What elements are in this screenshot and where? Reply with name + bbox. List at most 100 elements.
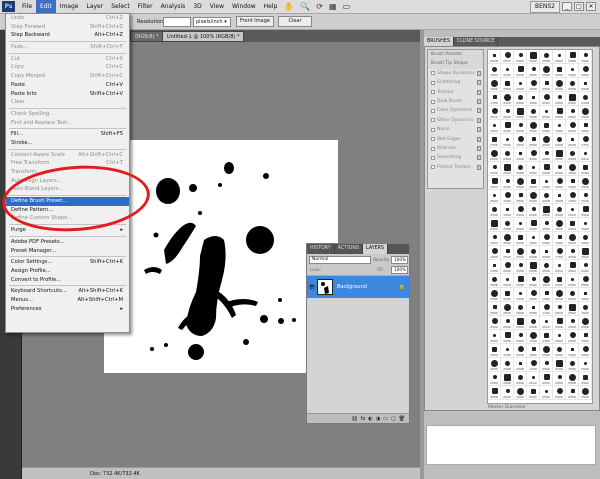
brush-preset[interactable]: 2500 — [501, 232, 514, 246]
brush-preset[interactable]: 2500 — [514, 176, 527, 190]
brush-preset[interactable]: 2508 — [540, 190, 553, 204]
brush-setting-noise[interactable]: Noise — [428, 125, 483, 134]
brush-preset[interactable]: 2500 — [501, 288, 514, 302]
brush-setting-texture[interactable]: Texture — [428, 88, 483, 97]
menu-item-adobe-pdf-presets[interactable]: Adobe PDF Presets... — [6, 238, 129, 247]
brush-preset[interactable]: 2508 — [527, 302, 540, 316]
brush-preset[interactable]: 2500 — [514, 344, 527, 358]
brush-setting-other-dynamics[interactable]: Other Dynamics — [428, 116, 483, 125]
brush-preset[interactable]: 2500 — [501, 386, 514, 400]
brush-preset[interactable]: 2500 — [540, 218, 553, 232]
brush-setting-dual-brush[interactable]: Dual Brush — [428, 97, 483, 106]
brush-preset[interactable]: 1500 — [566, 64, 579, 78]
brush-preset[interactable]: 1750 — [540, 302, 553, 316]
brush-setting-protect-texture[interactable]: Protect Texture — [428, 163, 483, 172]
brush-preset[interactable]: 2500 — [540, 78, 553, 92]
brush-preset[interactable]: 2508 — [527, 316, 540, 330]
checkbox[interactable] — [431, 90, 435, 95]
brush-preset[interactable]: 2508 — [540, 246, 553, 260]
folder-icon[interactable]: ▭ — [383, 414, 388, 423]
brush-preset[interactable]: 2508 — [566, 78, 579, 92]
brush-preset[interactable]: 2508 — [566, 50, 579, 64]
brush-preset[interactable]: 1500 — [514, 148, 527, 162]
brush-preset[interactable]: 2500 — [579, 330, 592, 344]
brush-setting-airbrush[interactable]: Airbrush — [428, 144, 483, 153]
brush-setting-brush-tip-shape[interactable]: Brush Tip Shape — [428, 59, 483, 69]
brush-preset[interactable]: 2512 — [501, 50, 514, 64]
front-image-button[interactable]: Front Image — [236, 16, 274, 27]
menu-item-fill[interactable]: Fill... Shift+F5 — [6, 130, 129, 139]
brush-preset[interactable]: 2500 — [488, 120, 501, 134]
brush-preset[interactable]: 2500 — [527, 162, 540, 176]
brush-preset[interactable]: 2500 — [566, 260, 579, 274]
brush-preset[interactable]: 2500 — [553, 386, 566, 400]
tab-brushes[interactable]: BRUSHES — [424, 37, 454, 46]
brush-preset[interactable]: 2500 — [553, 274, 566, 288]
menu-item-paste[interactable]: Paste Ctrl+V — [6, 81, 129, 90]
brush-preset[interactable]: 2500 — [540, 358, 553, 372]
rotate-icon[interactable]: ⟳ — [316, 2, 323, 11]
brush-preset[interactable]: 1500 — [514, 386, 527, 400]
brush-preset[interactable]: 2500 — [540, 92, 553, 106]
brush-preset[interactable]: 2500 — [501, 316, 514, 330]
brush-preset[interactable]: 2500 — [540, 232, 553, 246]
brush-preset[interactable]: 2500 — [527, 120, 540, 134]
brush-preset[interactable]: 2500 — [527, 386, 540, 400]
brush-preset[interactable]: 2508 — [566, 134, 579, 148]
brush-preset[interactable]: 2508 — [501, 330, 514, 344]
fx-icon[interactable]: fx — [361, 414, 366, 423]
brush-preset[interactable]: 2500 — [540, 64, 553, 78]
brush-preset[interactable]: 1500 — [527, 344, 540, 358]
brush-preset[interactable]: 2500 — [488, 372, 501, 386]
minimize-icon[interactable]: _ — [562, 2, 572, 11]
eye-icon[interactable]: 👁 — [307, 284, 317, 291]
brush-preset[interactable]: 2500 — [566, 232, 579, 246]
brush-preset[interactable]: 2500 — [488, 302, 501, 316]
brush-preset[interactable]: 2508 — [553, 190, 566, 204]
brush-preset[interactable]: 2500 — [514, 218, 527, 232]
brush-preset[interactable]: 2500 — [566, 330, 579, 344]
brush-preset[interactable]: 2500 — [488, 176, 501, 190]
clear-button[interactable]: Clear — [278, 16, 312, 27]
canvas[interactable] — [104, 140, 338, 373]
brush-preset[interactable]: 1500 — [540, 176, 553, 190]
brush-preset[interactable]: 2500 — [488, 134, 501, 148]
menu-image[interactable]: Image — [56, 0, 83, 14]
brush-setting-smoothing[interactable]: Smoothing — [428, 153, 483, 162]
brush-preset[interactable]: 1500 — [501, 204, 514, 218]
brush-preset[interactable]: 2508 — [540, 260, 553, 274]
brush-preset[interactable]: 1500 — [488, 64, 501, 78]
brush-preset[interactable]: 2508 — [501, 218, 514, 232]
brush-preset[interactable]: 2500 — [514, 246, 527, 260]
brush-preset[interactable]: 2500 — [579, 386, 592, 400]
brush-preset[interactable]: 2500 — [579, 190, 592, 204]
brush-preset[interactable]: 2500 — [566, 302, 579, 316]
brush-preset[interactable]: 2500 — [553, 330, 566, 344]
brush-preset[interactable]: 1500 — [488, 246, 501, 260]
brush-preset[interactable]: 2500 — [501, 106, 514, 120]
brush-preset[interactable]: 2508 — [579, 78, 592, 92]
brush-preset[interactable]: 2500 — [488, 162, 501, 176]
brush-preset[interactable]: 2500 — [488, 148, 501, 162]
fill-input[interactable]: 100% — [391, 266, 408, 274]
brush-preset[interactable]: 2500 — [579, 204, 592, 218]
brush-preset[interactable]: 1500 — [527, 92, 540, 106]
brush-preset[interactable]: 2500 — [514, 64, 527, 78]
brush-preset[interactable]: 2500 — [553, 64, 566, 78]
resolution-unit-select[interactable]: pixels/inch ▾ — [193, 17, 231, 27]
brush-preset[interactable]: 2508 — [566, 148, 579, 162]
brush-preset[interactable]: 2500 — [488, 218, 501, 232]
brush-preset[interactable]: 2512 — [579, 148, 592, 162]
brush-preset[interactable]: 2500 — [501, 120, 514, 134]
brush-preset[interactable]: 2500 — [579, 64, 592, 78]
brush-preset[interactable]: 2500 — [488, 316, 501, 330]
brush-preset[interactable]: 2500 — [566, 92, 579, 106]
maximize-icon[interactable]: □ — [574, 2, 584, 11]
brush-preset[interactable]: 2500 — [488, 232, 501, 246]
brush-preset[interactable]: 2500 — [579, 372, 592, 386]
brush-preset[interactable]: 2508 — [553, 134, 566, 148]
brush-preset[interactable]: 2508 — [527, 106, 540, 120]
resolution-input[interactable] — [163, 17, 191, 27]
brush-preset[interactable]: 2500 — [514, 232, 527, 246]
brush-preset[interactable]: 1500 — [566, 162, 579, 176]
